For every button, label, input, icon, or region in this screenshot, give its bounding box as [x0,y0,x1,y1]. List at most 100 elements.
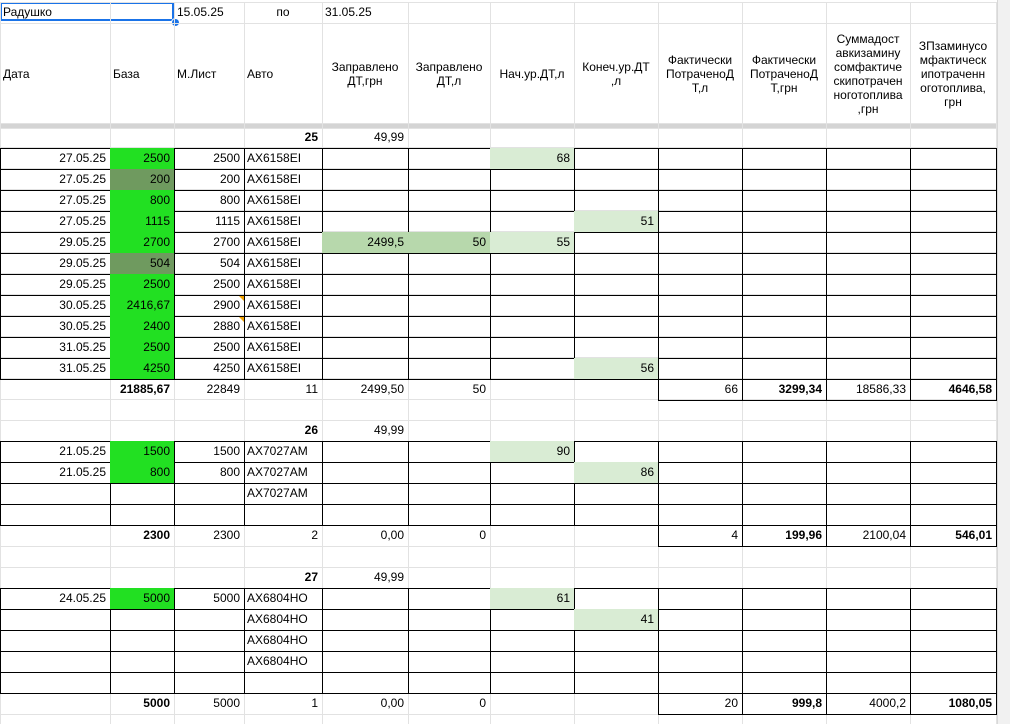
date-cell[interactable] [0,483,110,504]
fuel-uah-cell[interactable] [322,672,408,693]
start-level-cell[interactable]: 90 [490,441,574,462]
auto-cell[interactable]: AX6804HO [244,630,322,651]
start-level-cell[interactable] [490,211,574,232]
total-sheet-cell[interactable]: 5000 [174,693,244,714]
total-base-cell[interactable]: 21885,67 [110,379,174,400]
fuel-liters-cell[interactable] [408,190,490,211]
empty-cell[interactable] [658,588,742,609]
end-level-cell[interactable]: 51 [574,211,658,232]
empty-cell[interactable] [826,274,910,295]
fuel-uah-cell[interactable] [322,483,408,504]
fuel-liters-cell[interactable] [408,672,490,693]
empty-cell[interactable] [742,651,826,672]
fuel-liters-cell[interactable] [408,504,490,525]
date-cell[interactable] [0,609,110,630]
empty-cell[interactable] [658,169,742,190]
route-sheet-cell[interactable]: 2500 [174,148,244,169]
empty-cell[interactable] [658,358,742,379]
empty-cell[interactable] [910,232,996,253]
start-level-cell[interactable] [490,295,574,316]
start-level-cell[interactable] [490,483,574,504]
empty-cell[interactable] [910,588,996,609]
auto-cell[interactable]: AX6158EI [244,337,322,358]
fuel-uah-cell[interactable] [322,190,408,211]
base-cell[interactable]: 800 [110,190,174,211]
empty-cell[interactable] [910,630,996,651]
fuel-uah-cell[interactable] [322,253,408,274]
empty-cell[interactable] [826,630,910,651]
empty-cell[interactable] [742,211,826,232]
total-spent-liters-cell[interactable]: 4 [658,525,742,546]
fuel-liters-cell[interactable] [408,316,490,337]
base-cell[interactable] [110,630,174,651]
base-cell[interactable]: 5000 [110,588,174,609]
start-level-cell[interactable] [490,672,574,693]
date-cell[interactable]: 27.05.25 [0,169,110,190]
end-level-cell[interactable] [574,253,658,274]
date-cell[interactable] [0,504,110,525]
total-fuel-uah-cell[interactable]: 2499,50 [322,379,408,400]
total-spent-uah-cell[interactable]: 3299,34 [742,379,826,400]
end-level-cell[interactable] [574,148,658,169]
end-level-cell[interactable] [574,232,658,253]
total-salary-cell[interactable]: 546,01 [910,525,996,546]
empty-cell[interactable] [910,253,996,274]
end-level-cell[interactable] [574,483,658,504]
route-sheet-cell[interactable]: 2880 [174,316,244,337]
route-sheet-cell[interactable]: 4250 [174,358,244,379]
header-route-sheet[interactable]: М.Лист [174,24,244,123]
start-level-cell[interactable] [490,337,574,358]
empty-cell[interactable] [826,169,910,190]
total-base-cell[interactable]: 5000 [110,693,174,714]
empty-cell[interactable] [742,169,826,190]
base-cell[interactable]: 2500 [110,148,174,169]
fuel-price-cell[interactable]: 49,99 [322,127,408,148]
group-number-cell[interactable]: 26 [244,420,322,441]
date-separator-cell[interactable]: по [244,2,322,23]
empty-cell[interactable] [910,672,996,693]
fuel-uah-cell[interactable] [322,148,408,169]
empty-cell[interactable] [910,483,996,504]
empty-cell[interactable] [742,232,826,253]
empty-cell[interactable] [826,253,910,274]
empty-cell[interactable] [742,504,826,525]
total-fuel-uah-cell[interactable]: 0,00 [322,693,408,714]
empty-cell[interactable] [826,462,910,483]
base-cell[interactable]: 2500 [110,337,174,358]
empty-cell[interactable] [826,651,910,672]
base-cell[interactable]: 1115 [110,211,174,232]
start-level-cell[interactable] [490,609,574,630]
empty-cell[interactable] [826,672,910,693]
start-level-cell[interactable] [490,504,574,525]
route-sheet-cell[interactable]: 1115 [174,211,244,232]
base-cell[interactable] [110,609,174,630]
fuel-uah-cell[interactable] [322,316,408,337]
empty-cell[interactable] [826,358,910,379]
date-cell[interactable]: 29.05.25 [0,232,110,253]
fuel-uah-cell[interactable] [322,588,408,609]
start-level-cell[interactable] [490,274,574,295]
fuel-liters-cell[interactable] [408,651,490,672]
empty-cell[interactable] [658,504,742,525]
fuel-uah-cell[interactable] [322,295,408,316]
end-level-cell[interactable]: 56 [574,358,658,379]
fuel-liters-cell[interactable] [408,358,490,379]
empty-cell[interactable] [826,609,910,630]
empty-cell[interactable] [826,316,910,337]
start-level-cell[interactable] [490,630,574,651]
fuel-liters-cell[interactable] [408,274,490,295]
start-level-cell[interactable] [490,651,574,672]
empty-cell[interactable] [826,588,910,609]
total-count-cell[interactable]: 11 [244,379,322,400]
empty-cell[interactable] [658,148,742,169]
date-from-cell[interactable]: 15.05.25 [174,2,244,23]
total-delivery-cell[interactable]: 18586,33 [826,379,910,400]
empty-cell[interactable] [910,148,996,169]
empty-cell[interactable] [826,337,910,358]
header-fuel-liters[interactable]: Заправлено ДТ,л [408,24,490,123]
fuel-uah-cell[interactable] [322,274,408,295]
total-fuel-liters-cell[interactable]: 50 [408,379,490,400]
auto-cell[interactable]: AX6158EI [244,274,322,295]
group-number-cell[interactable]: 25 [244,127,322,148]
empty-cell[interactable] [658,274,742,295]
